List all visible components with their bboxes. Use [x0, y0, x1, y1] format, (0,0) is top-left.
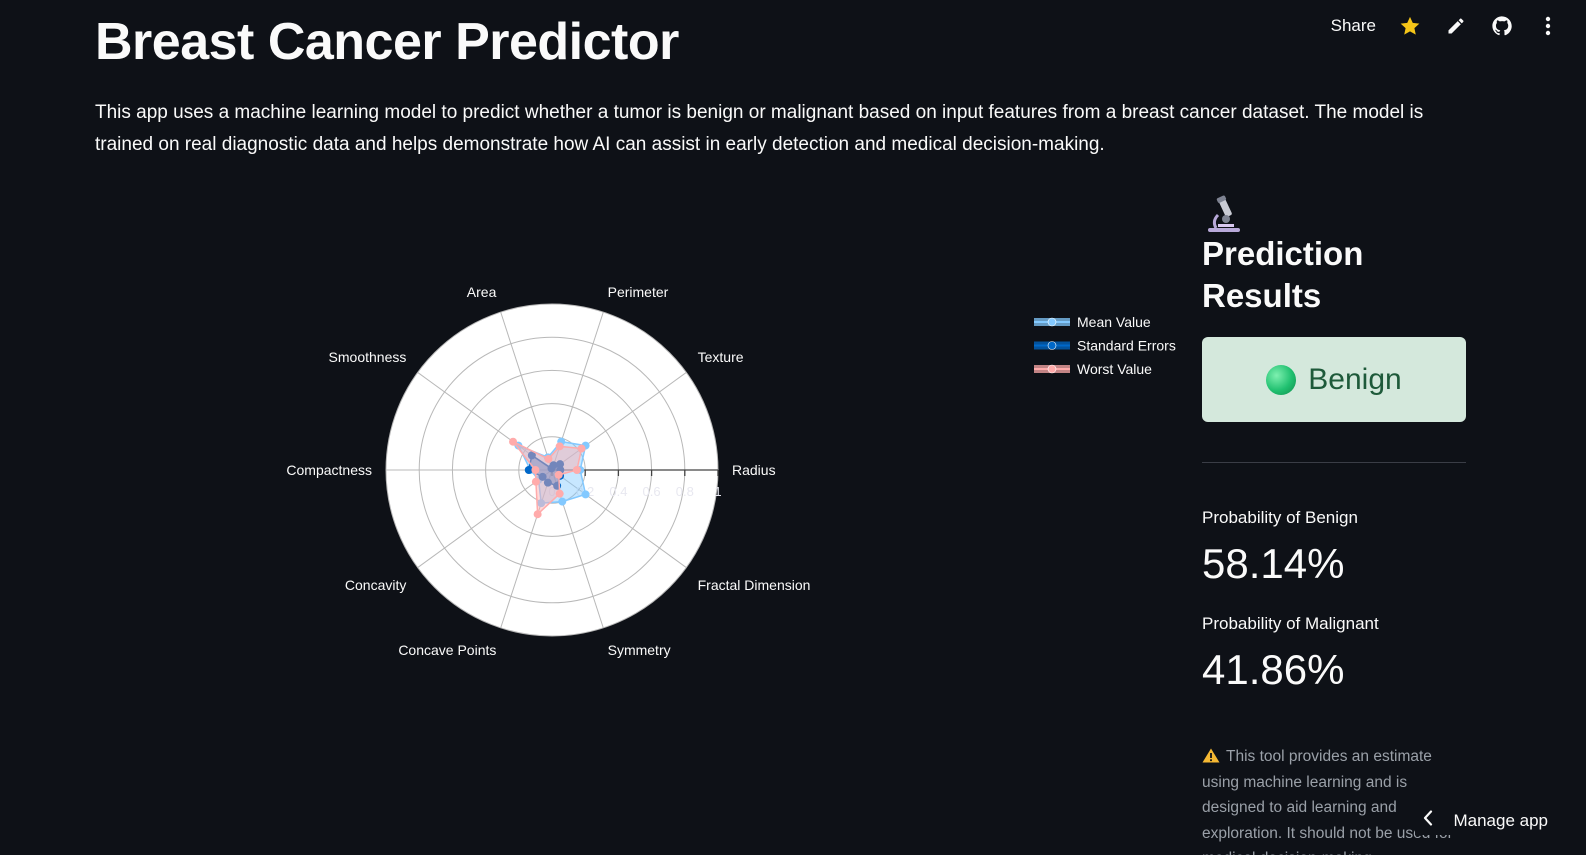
- radar-point: [533, 510, 542, 519]
- share-button[interactable]: Share: [1331, 16, 1376, 36]
- legend-label: Mean Value: [1077, 314, 1151, 330]
- disclaimer-text: This tool provides an estimate using mac…: [1202, 748, 1453, 855]
- green-circle-icon: [1266, 364, 1297, 395]
- app-page: Share Breast Cancer Predictor This app u…: [0, 0, 1586, 855]
- manage-app-label: Manage app: [1453, 810, 1548, 830]
- pencil-icon[interactable]: [1444, 14, 1468, 38]
- malignant-probability-value: 41.86%: [1202, 646, 1345, 693]
- prediction-result-box: Benign: [1202, 337, 1466, 422]
- radar-chart-svg: 00.20.40.60.81RadiusTexturePerimeterArea…: [286, 284, 1176, 658]
- radar-axis-label: Compactness: [286, 462, 372, 478]
- radar-point: [555, 489, 564, 498]
- star-icon[interactable]: [1398, 14, 1422, 38]
- legend-label: Standard Errors: [1077, 338, 1176, 354]
- radar-axis-label: Smoothness: [329, 349, 407, 365]
- radar-point: [555, 442, 564, 451]
- legend-marker: [1047, 364, 1057, 374]
- benign-probability-value: 58.14%: [1202, 540, 1345, 587]
- radar-axis-label: Concave Points: [398, 642, 496, 658]
- chevron-left-icon: [1423, 810, 1433, 831]
- manage-app-button[interactable]: Manage app: [1415, 806, 1548, 835]
- radar-point: [554, 470, 563, 479]
- radar-point: [581, 490, 590, 499]
- radar-point: [544, 454, 553, 463]
- radar-axis-label: Perimeter: [608, 284, 669, 300]
- radar-point: [577, 444, 586, 453]
- prediction-heading: Prediction Results: [1202, 195, 1466, 317]
- legend-marker: [1047, 341, 1057, 350]
- radar-point: [558, 497, 567, 506]
- microscope-icon: [1202, 195, 1246, 233]
- radar-point: [531, 477, 540, 486]
- disclaimer: This tool provides an estimate using mac…: [1202, 744, 1466, 855]
- warning-icon: [1202, 746, 1220, 763]
- prediction-heading-text: Prediction Results: [1202, 235, 1364, 314]
- radial-tick-label: 1: [714, 484, 721, 499]
- prediction-panel: Prediction Results Benign Probability of…: [1202, 195, 1466, 855]
- top-toolbar: Share: [1331, 14, 1560, 38]
- radar-axis-label: Concavity: [345, 577, 406, 593]
- radar-point: [509, 437, 518, 446]
- radial-tick-label: 0.6: [643, 484, 661, 499]
- radar-axis-label: Area: [467, 284, 497, 300]
- radial-tick-label: 0.4: [609, 484, 627, 499]
- radar-point: [531, 466, 540, 474]
- prediction-label: Benign: [1308, 362, 1402, 396]
- legend-label: Worst Value: [1077, 361, 1152, 377]
- github-icon[interactable]: [1490, 14, 1514, 38]
- radar-axis-label: Fractal Dimension: [698, 577, 811, 593]
- legend-marker: [1047, 317, 1057, 327]
- radar-point: [572, 466, 581, 474]
- radar-axis-label: Radius: [732, 462, 776, 478]
- malignant-probability-label: Probability of Malignant: [1202, 614, 1379, 633]
- radar-axis-label: Symmetry: [608, 642, 671, 658]
- radial-tick-label: 0.8: [676, 484, 694, 499]
- divider: [1202, 462, 1466, 463]
- benign-probability-label: Probability of Benign: [1202, 508, 1358, 527]
- app-description: This app uses a machine learning model t…: [95, 102, 1424, 155]
- page-title: Breast Cancer Predictor: [95, 13, 679, 71]
- more-vertical-icon[interactable]: [1536, 14, 1560, 38]
- radar-axis-label: Texture: [698, 349, 744, 365]
- radar-chart[interactable]: 00.20.40.60.81RadiusTexturePerimeterArea…: [0, 180, 1190, 740]
